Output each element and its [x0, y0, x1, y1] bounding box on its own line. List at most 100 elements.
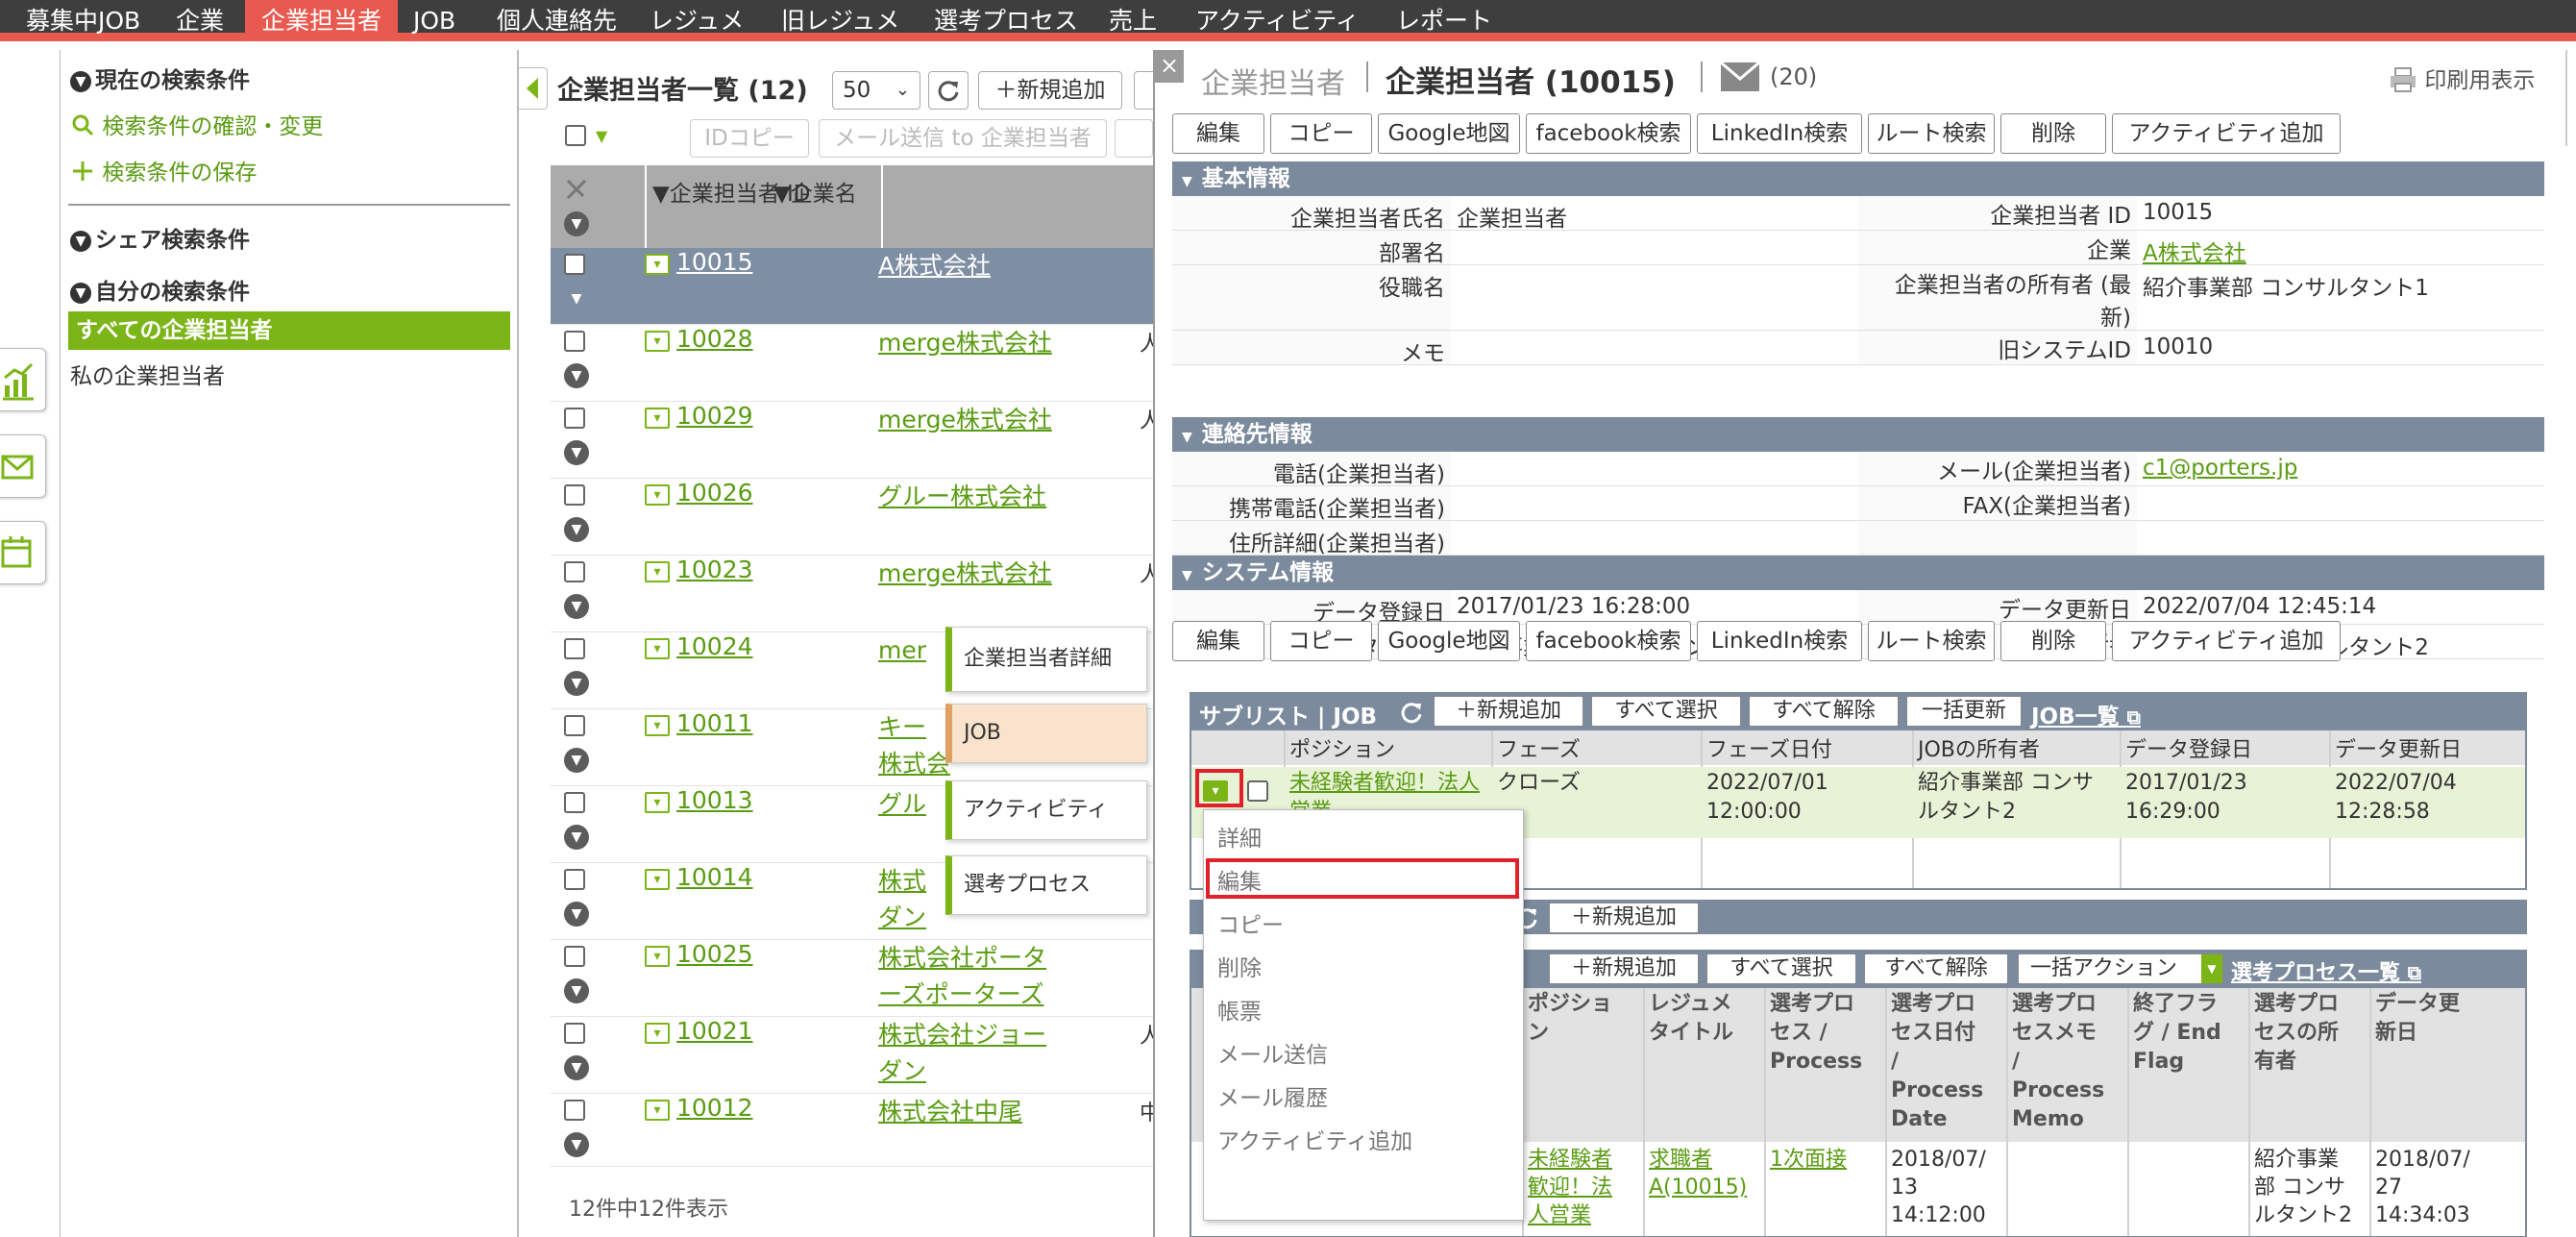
refresh-button[interactable]: [928, 71, 969, 110]
add-activity-button[interactable]: アクティビティ追加: [2112, 621, 2341, 661]
company-link[interactable]: 株式会社ジョー ダン: [878, 1017, 1046, 1090]
row-checkbox[interactable]: [564, 869, 585, 890]
save-conditions-link[interactable]: 検索条件の保存: [70, 154, 257, 186]
facebook-search-button[interactable]: facebook検索: [1526, 113, 1691, 154]
nav-item-company-contacts[interactable]: 企業担当者: [245, 0, 399, 41]
table-row[interactable]: ▾▼10021株式会社ジョー ダン人事: [551, 1017, 1182, 1094]
expand-row-icon[interactable]: ▼: [564, 671, 589, 696]
id-copy-button[interactable]: IDコピー: [690, 119, 809, 158]
contact-id-link[interactable]: 10015: [676, 248, 753, 276]
company-link[interactable]: グルー株式会社: [878, 479, 1046, 515]
section-contact-info[interactable]: ▼ 連絡先情報: [1172, 417, 2544, 452]
refresh-icon[interactable]: [1399, 700, 1424, 725]
sublist-process-deselect-all[interactable]: すべて解除: [1864, 953, 2008, 984]
nav-item-selection-process[interactable]: 選考プロセス: [934, 0, 1078, 41]
google-map-button[interactable]: Google地図: [1378, 621, 1520, 661]
row-menu-button[interactable]: ▾: [645, 408, 670, 429]
expand-row-icon[interactable]: ▼: [564, 594, 589, 619]
row-checkbox[interactable]: [564, 946, 585, 967]
table-row[interactable]: ▾▼10029merge株式会社人事: [551, 402, 1182, 479]
menu-item-detail[interactable]: 詳細: [1217, 820, 1262, 853]
contact-id-link[interactable]: 10026: [676, 479, 753, 507]
nav-item-sales[interactable]: 売上: [1109, 0, 1157, 41]
expand-row-icon[interactable]: ▼: [564, 902, 589, 927]
row-checkbox[interactable]: [564, 254, 585, 275]
process-link[interactable]: 求職者 A(10015): [1649, 1146, 1762, 1201]
company-link[interactable]: 株式 ダン: [878, 863, 926, 936]
contact-id-link[interactable]: 10024: [676, 632, 753, 660]
expand-row-icon[interactable]: ▼: [564, 1132, 589, 1157]
row-checkbox[interactable]: [564, 638, 585, 659]
row-menu-button[interactable]: ▾: [645, 869, 670, 890]
row-menu-button[interactable]: ▾: [645, 946, 670, 967]
chart-icon[interactable]: [0, 348, 46, 411]
contact-id-link[interactable]: 10012: [676, 1094, 753, 1122]
contact-id-link[interactable]: 10021: [676, 1017, 753, 1045]
sublist-job-new-button[interactable]: ＋新規追加: [1434, 696, 1583, 727]
filter-my-contacts[interactable]: 私の企業担当者: [70, 358, 225, 390]
row-menu-button[interactable]: ▾: [645, 1023, 670, 1044]
table-row[interactable]: ▾▼10023merge株式会社人事: [551, 556, 1182, 632]
row-checkbox[interactable]: [564, 484, 585, 506]
menu-item-form[interactable]: 帳票: [1217, 993, 1262, 1026]
contact-id-link[interactable]: 10013: [676, 786, 753, 814]
process-list-link[interactable]: 選考プロセス一覧 ⧉: [2231, 955, 2421, 986]
edit-button[interactable]: 編集: [1172, 113, 1264, 154]
row-checkbox[interactable]: [564, 331, 585, 352]
expand-row-icon[interactable]: ▼: [564, 748, 589, 773]
table-row[interactable]: ▾▼10028merge株式会社人事: [551, 325, 1182, 402]
copy-button[interactable]: コピー: [1270, 113, 1372, 154]
process-link[interactable]: 未経験者 歓迎！法 人営業: [1528, 1146, 1641, 1229]
contact-id-link[interactable]: 10028: [676, 325, 753, 353]
sublist-process-select-all[interactable]: すべて選択: [1706, 953, 1856, 984]
nav-item-personal-contacts[interactable]: 個人連絡先: [497, 0, 617, 41]
process-link[interactable]: 1次面接: [1770, 1146, 1883, 1174]
column-header-company[interactable]: ▼企業名: [773, 175, 857, 208]
linkedin-search-button[interactable]: LinkedIn検索: [1697, 621, 1862, 661]
table-row[interactable]: ▾ ▼ 10015 A株式会社: [551, 248, 1165, 325]
row-menu-button[interactable]: ▾: [645, 1100, 670, 1121]
row-menu-button[interactable]: ▾: [645, 792, 670, 813]
context-item-activity[interactable]: アクティビティ: [945, 780, 1147, 840]
row-checkbox[interactable]: [564, 561, 585, 582]
route-search-button[interactable]: ルート検索: [1868, 113, 1995, 154]
value-link[interactable]: c1@porters.jp: [2143, 456, 2297, 481]
nav-item-report[interactable]: レポート: [1396, 0, 1492, 41]
expand-row-icon[interactable]: ▼: [564, 978, 589, 1003]
print-view-link[interactable]: 印刷用表示: [2389, 62, 2535, 94]
context-item-job[interactable]: JOB: [945, 704, 1147, 763]
row-menu-button[interactable]: ▾: [645, 331, 670, 352]
expand-row-icon[interactable]: ▼: [564, 440, 589, 465]
menu-item-send-mail[interactable]: メール送信: [1217, 1036, 1328, 1069]
section-system-info[interactable]: ▼ システム情報: [1172, 556, 2544, 590]
expand-row-icon[interactable]: ▼: [564, 1055, 589, 1080]
copy-button[interactable]: コピー: [1270, 621, 1372, 661]
row-menu-button[interactable]: ▾: [645, 561, 670, 582]
send-mail-button[interactable]: メール送信 to 企業担当者: [819, 119, 1107, 158]
company-link[interactable]: グル: [878, 786, 926, 823]
mail-icon[interactable]: [1720, 62, 1760, 92]
calendar-icon[interactable]: [0, 521, 46, 584]
expand-row-icon[interactable]: ▼: [564, 286, 589, 311]
row-checkbox[interactable]: [564, 1100, 585, 1121]
collapse-sidebar-button[interactable]: [519, 67, 548, 110]
contact-id-link[interactable]: 10011: [676, 709, 753, 737]
company-link[interactable]: 株式会社中尾: [878, 1094, 1022, 1130]
company-link[interactable]: キー 株式会: [878, 709, 950, 782]
page-size-select[interactable]: 50 ⌄: [832, 71, 920, 110]
filter-all-contacts[interactable]: すべての企業担当者: [68, 311, 510, 350]
context-item-selection-process[interactable]: 選考プロセス: [945, 855, 1147, 915]
row-menu-button[interactable]: ▾: [645, 254, 670, 275]
chevron-down-icon[interactable]: ▼: [596, 127, 607, 145]
new-contact-button[interactable]: ＋新規追加: [978, 71, 1122, 110]
sublist-job-deselect-all[interactable]: すべて解除: [1749, 696, 1899, 727]
shared-conditions-header[interactable]: ▼ シェア検索条件: [70, 221, 250, 254]
table-row[interactable]: ▾▼10012株式会社中尾中華: [551, 1094, 1182, 1167]
expand-row-icon[interactable]: ▼: [564, 363, 589, 388]
row-checkbox[interactable]: [564, 715, 585, 736]
delete-button[interactable]: 削除: [2000, 621, 2106, 661]
field-value-link[interactable]: c1@porters.jp: [2143, 456, 2297, 481]
nav-item-old-resume[interactable]: 旧レジュメ: [781, 0, 899, 41]
nav-item-activity[interactable]: アクティビティ: [1195, 0, 1360, 41]
expand-row-icon[interactable]: ▼: [564, 517, 589, 542]
